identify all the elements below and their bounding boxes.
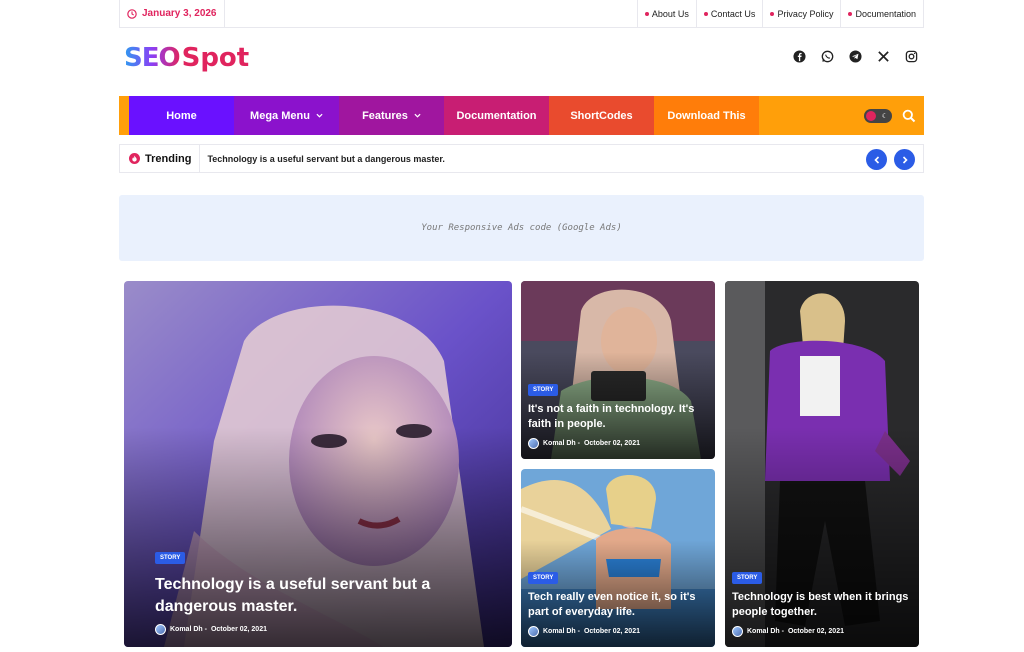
- about-us-link[interactable]: About Us: [636, 0, 696, 27]
- category-badge[interactable]: STORY: [732, 572, 763, 584]
- ad-placeholder: Your Responsive Ads code (Google Ads): [119, 195, 924, 261]
- nav-home[interactable]: Home: [129, 96, 234, 135]
- post-date: October 02, 2021: [583, 628, 640, 635]
- date-text: January 3, 2026: [142, 8, 217, 19]
- featured-post-3[interactable]: STORY Tech really even notice it, so it'…: [521, 469, 715, 647]
- ad-text: Your Responsive Ads code (Google Ads): [421, 223, 622, 233]
- trending-ticker: Trending Technology is a useful servant …: [119, 144, 924, 173]
- post-title[interactable]: Technology is a useful servant but a dan…: [155, 574, 482, 618]
- nav-tools: ☾: [860, 96, 924, 135]
- bullet-icon: [848, 11, 853, 16]
- sun-icon: [866, 110, 876, 121]
- prev-button[interactable]: [866, 149, 887, 170]
- nav-features[interactable]: Features: [339, 96, 444, 135]
- moon-icon: ☾: [881, 112, 888, 120]
- clock-icon: [127, 8, 137, 19]
- chevron-right-icon: [902, 155, 908, 164]
- nav-shortcodes[interactable]: ShortCodes: [549, 96, 654, 135]
- bullet-icon: [770, 11, 775, 16]
- social-links: [793, 50, 918, 63]
- nav-documentation[interactable]: Documentation: [444, 96, 549, 135]
- search-icon[interactable]: [902, 109, 916, 123]
- chevron-down-icon: [316, 113, 323, 118]
- whatsapp-icon[interactable]: [821, 50, 834, 63]
- bullet-icon: [644, 11, 649, 16]
- contact-us-link[interactable]: Contact Us: [695, 0, 763, 27]
- instagram-icon[interactable]: [905, 50, 918, 63]
- x-icon[interactable]: [877, 50, 890, 63]
- post-info: STORY Technology is best when it brings …: [732, 566, 912, 637]
- author-name[interactable]: Komal Dh -: [543, 440, 580, 447]
- nav-download-this[interactable]: Download This: [654, 96, 759, 135]
- featured-post-1[interactable]: STORY Technology is a useful servant but…: [124, 281, 512, 647]
- facebook-icon[interactable]: [793, 50, 806, 63]
- featured-post-4[interactable]: STORY Technology is best when it brings …: [725, 281, 919, 647]
- trending-label: Trending: [120, 145, 201, 172]
- avatar: [528, 438, 539, 449]
- featured-post-2[interactable]: STORY It's not a faith in technology. It…: [521, 281, 715, 459]
- author-name[interactable]: Komal Dh -: [747, 628, 784, 635]
- avatar: [732, 626, 743, 637]
- trending-headline[interactable]: Technology is a useful servant but a dan…: [207, 154, 444, 164]
- category-badge[interactable]: STORY: [528, 384, 559, 396]
- post-meta: Komal Dh - October 02, 2021: [528, 438, 708, 449]
- post-info: STORY Technology is a useful servant but…: [155, 546, 482, 635]
- post-title[interactable]: Tech really even notice it, so it's part…: [528, 590, 708, 620]
- post-meta: Komal Dh - October 02, 2021: [528, 626, 708, 637]
- category-badge[interactable]: STORY: [155, 552, 186, 564]
- logo-seo: SEO: [124, 43, 181, 73]
- top-links: About Us Contact Us Privacy Policy Docum…: [636, 0, 923, 27]
- bullet-icon: [703, 11, 708, 16]
- next-button[interactable]: [894, 149, 915, 170]
- category-badge[interactable]: STORY: [528, 572, 559, 584]
- post-meta: Komal Dh - October 02, 2021: [732, 626, 912, 637]
- current-date: January 3, 2026: [120, 0, 225, 27]
- post-meta: Komal Dh - October 02, 2021: [155, 624, 482, 635]
- ticker-controls: [866, 149, 915, 170]
- post-title[interactable]: It's not a faith in technology. It's fai…: [528, 402, 708, 432]
- chevron-down-icon: [414, 113, 421, 118]
- documentation-link[interactable]: Documentation: [840, 0, 923, 27]
- telegram-icon[interactable]: [849, 50, 862, 63]
- post-title[interactable]: Technology is best when it brings people…: [732, 590, 912, 620]
- nav-accent: [119, 96, 129, 135]
- post-info: STORY It's not a faith in technology. It…: [528, 378, 708, 449]
- author-name[interactable]: Komal Dh -: [170, 626, 207, 633]
- site-logo[interactable]: SEO Spot: [124, 40, 249, 76]
- nav-mega-menu[interactable]: Mega Menu: [234, 96, 339, 135]
- post-info: STORY Tech really even notice it, so it'…: [528, 566, 708, 637]
- avatar: [528, 626, 539, 637]
- post-date: October 02, 2021: [787, 628, 844, 635]
- top-bar: January 3, 2026 About Us Contact Us Priv…: [119, 0, 924, 28]
- flame-icon: [129, 153, 140, 164]
- post-date: October 02, 2021: [210, 626, 267, 633]
- main-navigation: Home Mega Menu Features Documentation Sh…: [119, 96, 924, 135]
- logo-spot: Spot: [181, 43, 250, 73]
- dark-mode-toggle[interactable]: ☾: [864, 108, 892, 123]
- author-name[interactable]: Komal Dh -: [543, 628, 580, 635]
- post-date: October 02, 2021: [583, 440, 640, 447]
- avatar: [155, 624, 166, 635]
- chevron-left-icon: [873, 155, 879, 164]
- privacy-policy-link[interactable]: Privacy Policy: [762, 0, 840, 27]
